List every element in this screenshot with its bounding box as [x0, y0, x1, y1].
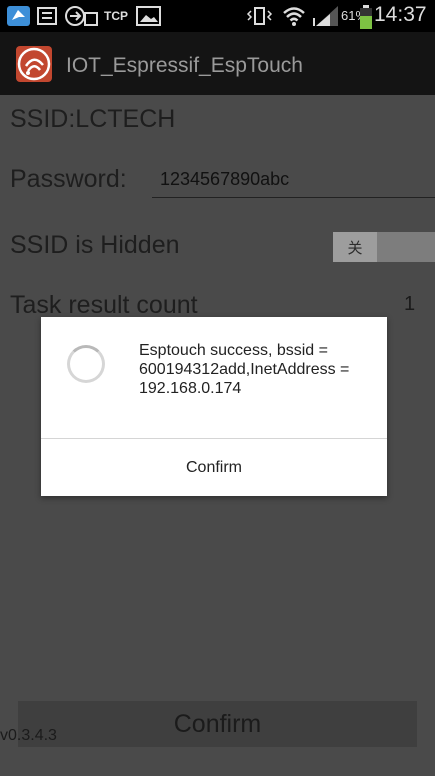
task-count-spinner[interactable]: 1 — [404, 293, 415, 316]
ssid-hidden-toggle[interactable]: 关 — [333, 232, 435, 262]
sms-icon — [37, 7, 57, 25]
ssid-hidden-label: SSID is Hidden — [10, 231, 180, 259]
espressif-logo-icon — [16, 46, 52, 82]
app-notification-icon — [7, 6, 30, 26]
logo-wave-icon — [17, 47, 51, 81]
version-label: v0.3.4.3 — [0, 727, 57, 744]
password-field-underline — [152, 197, 435, 198]
signal-icon — [313, 6, 338, 26]
battery-icon — [360, 5, 372, 29]
status-clock: 14:37 — [374, 3, 427, 26]
status-bar: TCP 61% 14:37 — [0, 0, 435, 32]
dialog-message: Esptouch success, bssid = 600194312add,I… — [139, 342, 350, 397]
task-count-label: Task result count — [10, 291, 198, 319]
ssid-label: SSID:LCTECH — [10, 105, 176, 133]
progress-spinner-icon — [67, 345, 105, 383]
result-dialog: Esptouch success, bssid = 600194312add,I… — [41, 317, 387, 496]
toggle-state: 关 — [333, 232, 377, 262]
password-field[interactable]: 1234567890abc — [160, 169, 289, 190]
wifi-icon — [283, 7, 305, 26]
vibrate-icon — [246, 7, 273, 25]
password-label: Password: — [10, 165, 127, 193]
confirm-button[interactable]: Confirm — [18, 701, 417, 747]
image-icon — [136, 6, 161, 26]
app-title: IOT_Espressif_EspTouch — [66, 54, 303, 77]
dialog-confirm-button[interactable]: Confirm — [41, 439, 387, 496]
tcp-label: TCP — [104, 9, 128, 23]
tcp-app-icon — [65, 6, 98, 26]
action-bar: IOT_Espressif_EspTouch — [0, 32, 435, 95]
